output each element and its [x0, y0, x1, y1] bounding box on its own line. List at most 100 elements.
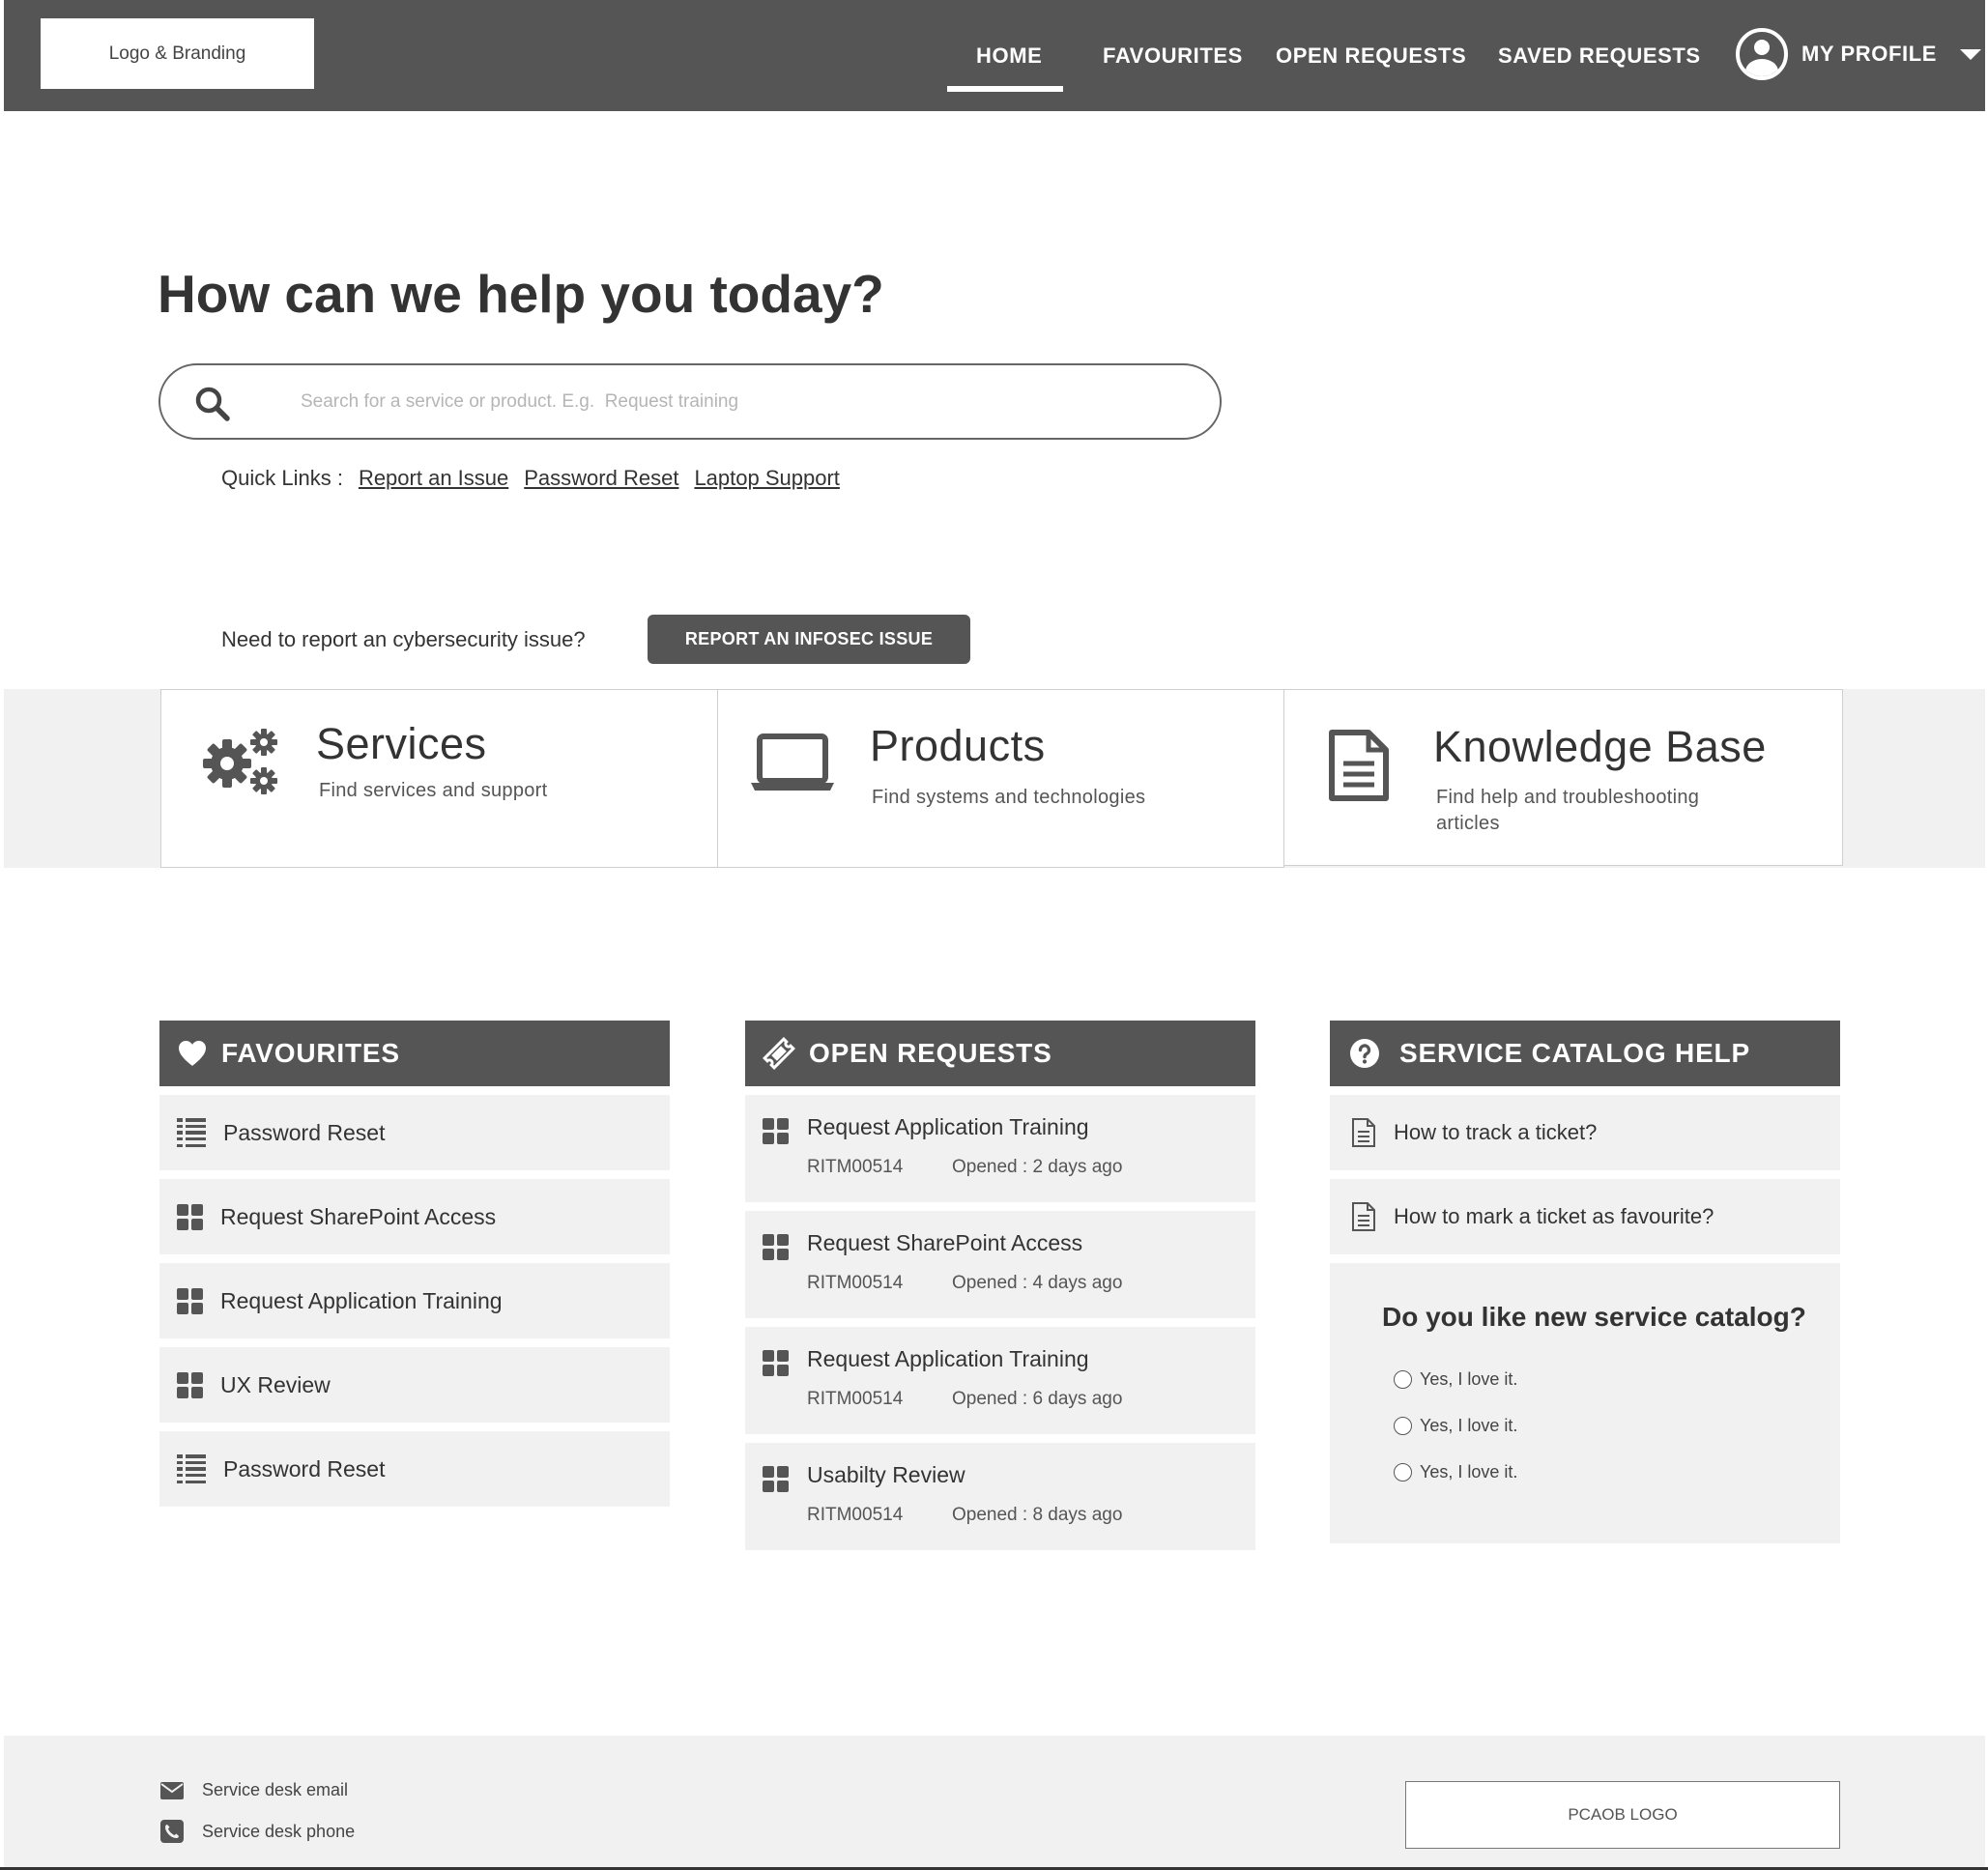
request-item[interactable]: Request Application Training RITM00514 O…: [745, 1327, 1255, 1434]
knowledge-base-title: Knowledge Base: [1433, 722, 1767, 771]
list-icon: [177, 1454, 206, 1483]
favourite-item[interactable]: UX Review: [159, 1347, 670, 1423]
help-item-label: How to track a ticket?: [1394, 1120, 1598, 1144]
survey-option-label: Yes, I love it.: [1420, 1369, 1518, 1389]
search-icon[interactable]: [193, 385, 232, 423]
request-opened: Opened : 6 days ago: [952, 1389, 1123, 1409]
radio-button[interactable]: [1394, 1463, 1412, 1482]
grid-icon: [763, 1466, 789, 1492]
footer: Service desk email Service desk phone PC…: [4, 1736, 1985, 1870]
service-desk-email[interactable]: Service desk email: [159, 1780, 348, 1800]
request-item[interactable]: Request SharePoint Access RITM00514 Open…: [745, 1211, 1255, 1318]
nav-favourites[interactable]: FAVOURITES: [1103, 0, 1243, 111]
quick-links-label: Quick Links :: [221, 466, 343, 490]
ticket-icon: [763, 1037, 795, 1070]
request-title: Request Application Training: [807, 1346, 1089, 1371]
products-title: Products: [870, 721, 1046, 770]
document-icon: [1352, 1202, 1375, 1231]
favourite-item[interactable]: Password Reset: [159, 1431, 670, 1507]
phone-icon: [160, 1820, 184, 1843]
logo-branding[interactable]: Logo & Branding: [41, 18, 314, 89]
nav-saved-requests[interactable]: SAVED REQUESTS: [1498, 0, 1701, 111]
products-card[interactable]: Products Find systems and technologies: [717, 689, 1284, 868]
help-item[interactable]: How to track a ticket?: [1330, 1095, 1840, 1170]
services-title: Services: [316, 719, 487, 768]
products-subtitle: Find systems and technologies: [872, 787, 1146, 808]
survey-question: Do you like new service catalog?: [1382, 1302, 1806, 1332]
service-desk-phone-label: Service desk phone: [202, 1821, 356, 1841]
open-requests-panel: OPEN REQUESTS Request Application Traini…: [745, 1021, 1255, 1550]
favourite-item-label: Request SharePoint Access: [220, 1203, 497, 1229]
service-desk-email-label: Service desk email: [202, 1780, 349, 1799]
request-opened: Opened : 4 days ago: [952, 1273, 1123, 1293]
favourite-item[interactable]: Request Application Training: [159, 1263, 670, 1338]
favourite-item-label: Request Application Training: [220, 1287, 503, 1313]
service-desk-phone[interactable]: Service desk phone: [159, 1819, 355, 1844]
my-profile-menu[interactable]: MY PROFILE: [1736, 24, 1982, 84]
knowledge-base-card[interactable]: Knowledge Base Find help and troubleshoo…: [1283, 689, 1843, 866]
request-number: RITM00514: [807, 1389, 904, 1409]
my-profile-label: MY PROFILE: [1801, 42, 1938, 66]
survey-option[interactable]: Yes, I love it.: [1394, 1416, 1517, 1436]
survey-option-label: Yes, I love it.: [1420, 1416, 1518, 1435]
services-card[interactable]: Services Find services and support: [160, 689, 718, 868]
user-avatar-icon: [1736, 28, 1788, 80]
heart-icon: [179, 1041, 206, 1066]
open-requests-title: OPEN REQUESTS: [809, 1038, 1052, 1068]
help-header: SERVICE CATALOG HELP: [1330, 1021, 1840, 1086]
request-number: RITM00514: [807, 1273, 904, 1293]
request-title: Request SharePoint Access: [807, 1230, 1083, 1255]
radio-button[interactable]: [1394, 1370, 1412, 1389]
request-title: Request Application Training: [807, 1114, 1089, 1139]
survey-option[interactable]: Yes, I love it.: [1394, 1369, 1517, 1390]
survey-option[interactable]: Yes, I love it.: [1394, 1462, 1517, 1482]
favourite-item[interactable]: Request SharePoint Access: [159, 1179, 670, 1254]
survey-card: Do you like new service catalog? Yes, I …: [1330, 1263, 1840, 1543]
grid-icon: [177, 1287, 203, 1314]
open-requests-header: OPEN REQUESTS: [745, 1021, 1255, 1086]
favourites-title: FAVOURITES: [221, 1038, 400, 1068]
radio-button[interactable]: [1394, 1417, 1412, 1435]
request-item[interactable]: Request Application Training RITM00514 O…: [745, 1095, 1255, 1202]
help-title: SERVICE CATALOG HELP: [1399, 1038, 1750, 1068]
search-bar: [158, 363, 1222, 440]
quick-link-report-issue[interactable]: Report an Issue: [359, 466, 508, 491]
search-input[interactable]: [301, 383, 1170, 421]
document-icon: [1329, 730, 1389, 801]
chevron-down-icon: [1960, 48, 1982, 60]
nav-home[interactable]: HOME: [946, 0, 1064, 111]
help-item[interactable]: How to mark a ticket as favourite?: [1330, 1179, 1840, 1254]
request-title: Usabilty Review: [807, 1462, 965, 1487]
quick-links: Quick Links : Report an Issue Password R…: [221, 466, 840, 491]
report-infosec-button[interactable]: REPORT AN INFOSEC ISSUE: [648, 615, 970, 664]
favourite-item-label: Password Reset: [223, 1119, 386, 1145]
gears-icon: [203, 729, 277, 794]
request-item[interactable]: Usabilty Review RITM00514 Opened : 8 day…: [745, 1443, 1255, 1550]
favourite-item[interactable]: Password Reset: [159, 1095, 670, 1170]
grid-icon: [763, 1234, 789, 1260]
request-opened: Opened : 8 days ago: [952, 1505, 1123, 1525]
quick-link-password-reset[interactable]: Password Reset: [524, 466, 678, 491]
survey-option-label: Yes, I love it.: [1420, 1462, 1518, 1482]
laptop-icon: [751, 734, 834, 791]
page-title: How can we help you today?: [158, 264, 884, 324]
request-number: RITM00514: [807, 1505, 904, 1525]
envelope-icon: [160, 1781, 184, 1799]
help-item-label: How to mark a ticket as favourite?: [1394, 1204, 1714, 1228]
service-catalog-help-panel: SERVICE CATALOG HELP How to track a tick…: [1330, 1021, 1840, 1543]
request-opened: Opened : 2 days ago: [952, 1157, 1123, 1177]
top-navigation-bar: Logo & Branding HOME FAVOURITES OPEN REQ…: [4, 0, 1985, 111]
grid-icon: [763, 1350, 789, 1376]
pcaob-logo: PCAOB LOGO: [1405, 1781, 1840, 1849]
nav-open-requests[interactable]: OPEN REQUESTS: [1276, 0, 1466, 111]
question-circle-icon: [1350, 1039, 1379, 1068]
favourite-item-label: UX Review: [220, 1371, 331, 1397]
request-number: RITM00514: [807, 1157, 904, 1177]
knowledge-base-subtitle: Find help and troubleshooting articles: [1436, 787, 1700, 834]
services-subtitle: Find services and support: [319, 780, 548, 801]
favourite-item-label: Password Reset: [223, 1455, 386, 1482]
quick-link-laptop-support[interactable]: Laptop Support: [694, 466, 839, 491]
favourites-panel: FAVOURITES Password Reset Request ShareP…: [159, 1021, 670, 1507]
list-icon: [177, 1118, 206, 1147]
cybersecurity-prompt: Need to report an cybersecurity issue?: [221, 627, 586, 651]
